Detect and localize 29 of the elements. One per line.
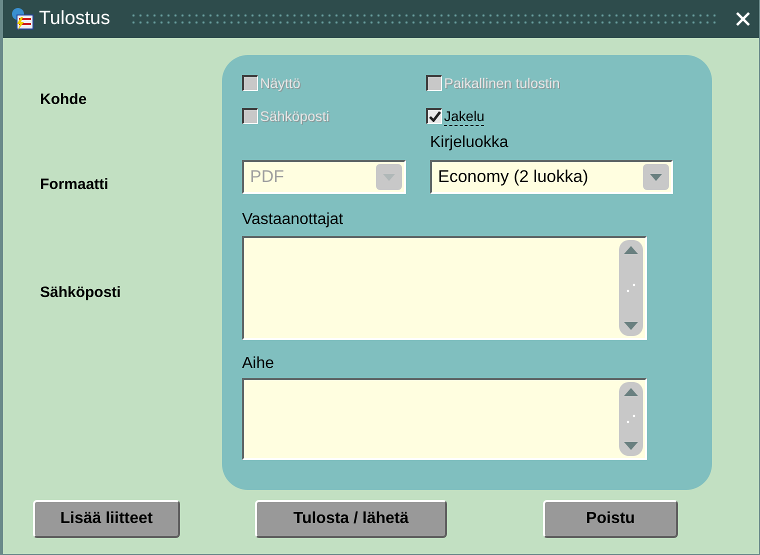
field-label: Vastaanottajat [242, 210, 344, 230]
app-icon [11, 7, 35, 31]
checkbox[interactable] [426, 108, 442, 124]
scroll-up-icon [624, 388, 638, 396]
dropdown[interactable]: Economy (2 luokka) [430, 160, 673, 194]
checkbox-label: Paikallinen tulostin [444, 74, 560, 92]
field-label: Formaatti [40, 175, 110, 194]
scroll-down-icon [624, 322, 638, 330]
text-area[interactable] [242, 236, 647, 340]
checkbox-label: Näyttö [260, 74, 300, 92]
close-icon[interactable] [735, 11, 751, 27]
scrollbar[interactable] [619, 240, 643, 336]
field-label: Kirjeluokka [430, 133, 508, 153]
window-title: Tulostus [39, 6, 110, 31]
action-button[interactable]: Poistu [543, 500, 678, 538]
field-label: Aihe [242, 354, 276, 374]
field-label: Kohde [40, 90, 88, 109]
action-button[interactable]: Lisää liitteet [33, 500, 180, 538]
scroll-down-icon [624, 442, 638, 450]
text-area[interactable] [242, 378, 647, 460]
checkbox-label: Sähköposti [260, 107, 330, 125]
action-button[interactable]: Tulosta / lähetä [255, 500, 447, 538]
grip-icon [626, 283, 636, 293]
grip-icon [626, 414, 636, 424]
checkmark-icon [428, 111, 440, 122]
checkbox-label: Jakelu [444, 106, 484, 126]
scrollbar[interactable] [619, 382, 643, 456]
scroll-up-icon [624, 246, 638, 254]
field-label: Sähköposti [40, 283, 122, 302]
